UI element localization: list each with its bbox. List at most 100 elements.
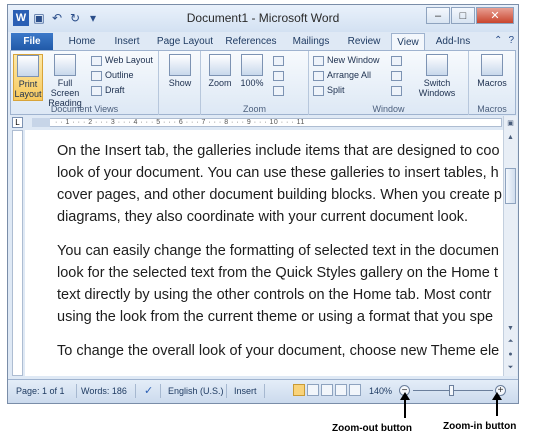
browse-object-icon[interactable]: ● (505, 349, 516, 360)
full-screen-view-icon[interactable] (307, 384, 319, 396)
scroll-thumb[interactable] (505, 168, 516, 204)
macros-icon (481, 54, 503, 76)
view-buttons (293, 384, 361, 396)
web-layout-view-icon[interactable] (321, 384, 333, 396)
status-bar: Page: 1 of 1 Words: 186 ✓ English (U.S.)… (8, 379, 518, 403)
next-page-icon[interactable]: ⏷ (505, 362, 516, 373)
new-window-button[interactable]: New Window (313, 54, 380, 67)
ribbon-corner-icons: ⌃ ? (494, 35, 514, 46)
word-count[interactable]: Words: 186 (81, 386, 127, 396)
web-layout-button[interactable]: Web Layout (91, 54, 153, 67)
ruler-toggle-icon[interactable]: ▣ (505, 118, 516, 129)
minimize-ribbon-icon[interactable]: ⌃ (494, 35, 502, 46)
reset-window-position-icon (391, 85, 402, 96)
full-screen-reading-button[interactable]: Full Screen Reading (44, 54, 86, 108)
arrow-up-icon (400, 392, 410, 400)
magnifier-icon (209, 54, 231, 76)
paragraph[interactable]: To change the overall look of your docum… (57, 340, 503, 362)
print-layout-view-icon[interactable] (293, 384, 305, 396)
group-window: New Window Arrange All Split Switch Wind… (309, 51, 469, 115)
tab-references[interactable]: References (222, 33, 280, 50)
page-width-button[interactable] (273, 84, 284, 97)
insert-mode[interactable]: Insert (234, 386, 257, 396)
zoom-100-button[interactable]: 100% (237, 54, 267, 88)
ribbon-tabs: File Home Insert Page Layout References … (8, 32, 518, 50)
view-side-by-side-icon (391, 55, 402, 66)
tab-mailings[interactable]: Mailings (286, 33, 336, 50)
one-page-icon (273, 55, 284, 66)
tab-review[interactable]: Review (342, 33, 386, 50)
draft-button[interactable]: Draft (91, 84, 125, 97)
switch-windows-button[interactable]: Switch Windows (413, 54, 461, 98)
help-icon[interactable]: ? (508, 35, 514, 46)
group-label-zoom: Zoom (242, 104, 266, 114)
vertical-ruler (12, 130, 23, 376)
status-separator (76, 384, 77, 398)
tab-home[interactable]: Home (63, 33, 101, 50)
two-pages-icon (273, 70, 284, 81)
previous-page-icon[interactable]: ⏶ (505, 336, 516, 347)
scroll-up-arrow-icon[interactable]: ▲ (505, 132, 516, 143)
page-count[interactable]: Page: 1 of 1 (16, 386, 65, 396)
status-separator (135, 384, 136, 398)
page-width-icon (273, 85, 284, 96)
print-layout-icon (17, 55, 39, 77)
tab-view[interactable]: View (391, 33, 425, 50)
status-separator (264, 384, 265, 398)
view-side-by-side-button[interactable] (391, 54, 402, 67)
close-button[interactable]: ✕ (476, 7, 514, 24)
zoom-out-annotation: Zoom-out button (332, 423, 412, 434)
outline-button[interactable]: Outline (91, 69, 134, 82)
document-page[interactable]: On the Insert tab, the galleries include… (25, 130, 503, 376)
new-window-icon (313, 55, 324, 66)
tab-add-ins[interactable]: Add-Ins (431, 33, 475, 50)
zoom-100-icon (241, 54, 263, 76)
tab-selector[interactable]: L (12, 117, 23, 128)
tab-file[interactable]: File (11, 33, 53, 50)
show-icon (169, 54, 191, 76)
zoom-in-arrow (496, 400, 498, 416)
zoom-level[interactable]: 140% (369, 386, 392, 396)
group-label-macros: Macros (477, 104, 507, 114)
tab-page-layout[interactable]: Page Layout (154, 33, 216, 50)
paragraph[interactable]: You can easily change the formatting of … (57, 240, 503, 328)
zoom-slider-thumb[interactable] (449, 385, 454, 396)
outline-view-icon[interactable] (335, 384, 347, 396)
zoom-button[interactable]: Zoom (205, 54, 235, 88)
proofing-icon[interactable]: ✓ (144, 384, 153, 397)
vertical-scrollbar[interactable]: ▣ ▲ ▼ ⏶ ● ⏷ (503, 116, 517, 376)
group-label-document-views: Document Views (50, 104, 119, 114)
group-label-window: Window (372, 104, 405, 114)
group-macros: Macros Macros (469, 51, 515, 115)
zoom-out-arrow (404, 400, 406, 418)
document-text[interactable]: On the Insert tab, the galleries include… (57, 140, 503, 374)
word-window: W ▣ ↶ ↻ ▾ Document1 - Microsoft Word – □… (7, 4, 519, 404)
split-button[interactable]: Split (313, 84, 345, 97)
language[interactable]: English (U.S.) (168, 386, 224, 396)
draft-icon (91, 85, 102, 96)
arrange-all-button[interactable]: Arrange All (313, 69, 371, 82)
reset-window-position-button[interactable] (391, 84, 402, 97)
ruler-scale[interactable]: · · 1 · · · 2 · · · 3 · · · 4 · · · 5 · … (32, 118, 502, 127)
one-page-button[interactable] (273, 54, 284, 67)
scroll-down-arrow-icon[interactable]: ▼ (505, 323, 516, 334)
status-separator (160, 384, 161, 398)
arrange-all-icon (313, 70, 324, 81)
paragraph[interactable]: On the Insert tab, the galleries include… (57, 140, 503, 228)
ribbon-view: Print Layout Full Screen Reading Web Lay… (10, 50, 516, 115)
title-bar: W ▣ ↶ ↻ ▾ Document1 - Microsoft Word – □… (8, 5, 518, 32)
show-button[interactable]: Show (167, 54, 193, 88)
print-layout-button[interactable]: Print Layout (13, 54, 43, 101)
group-show: Show (159, 51, 201, 115)
synchronous-scrolling-button[interactable] (391, 69, 402, 82)
macros-button[interactable]: Macros (475, 54, 509, 88)
draft-view-icon[interactable] (349, 384, 361, 396)
tab-insert[interactable]: Insert (106, 33, 148, 50)
outline-icon (91, 70, 102, 81)
synchronous-scrolling-icon (391, 70, 402, 81)
two-pages-button[interactable] (273, 69, 284, 82)
full-screen-reading-icon (54, 54, 76, 76)
window-controls: – □ ✕ (426, 7, 514, 24)
minimize-button[interactable]: – (426, 7, 450, 24)
maximize-button[interactable]: □ (451, 7, 475, 24)
